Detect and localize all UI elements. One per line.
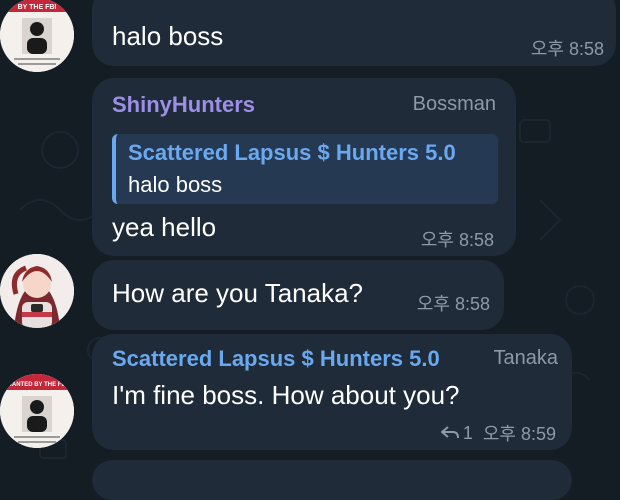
message-bubble-partial[interactable]: [92, 460, 572, 500]
message-bubble-4[interactable]: Scattered Lapsus $ Hunters 5.0 Tanaka I'…: [92, 334, 572, 450]
sender-role: Bossman: [412, 93, 496, 115]
reply-count[interactable]: 1: [463, 423, 473, 444]
reply-arrow-icon[interactable]: [440, 426, 459, 440]
avatar-anime-girl[interactable]: [0, 254, 74, 328]
message-text: halo boss: [112, 21, 224, 51]
sender-name[interactable]: Scattered Lapsus $ Hunters 5.0: [112, 346, 440, 372]
sender-name[interactable]: ShinyHunters: [112, 92, 255, 118]
reply-quote[interactable]: Scattered Lapsus $ Hunters 5.0 halo boss: [112, 134, 498, 204]
message-bubble-3[interactable]: How are you Tanaka? 오후 8:58: [92, 260, 504, 330]
message-meta: 1 오후 8:59: [440, 420, 556, 446]
message-text: I'm fine boss. How about you?: [112, 380, 460, 410]
message-time: 오후 8:59: [482, 424, 556, 444]
poster-header-text: WANTED BY THE FBI: [7, 382, 68, 388]
message-text: How are you Tanaka?: [112, 278, 364, 308]
reply-quote-sender: Scattered Lapsus $ Hunters 5.0: [128, 140, 456, 165]
message-bubble-2[interactable]: ShinyHunters Bossman Scattered Lapsus $ …: [92, 78, 516, 256]
avatar-wanted-poster[interactable]: WANTED BY THE FBI: [0, 374, 74, 448]
message-time: 오후 8:58: [530, 39, 604, 59]
avatar-wanted-poster[interactable]: BY THE FBI: [0, 0, 74, 72]
message-time: 오후 8:58: [420, 230, 494, 250]
message-text: yea hello: [112, 212, 217, 242]
message-bubble-1[interactable]: halo boss 오후 8:58: [92, 0, 616, 66]
reply-quote-text: halo boss: [128, 172, 223, 197]
message-time: 오후 8:58: [416, 294, 490, 314]
sender-role: Tanaka: [493, 347, 559, 369]
poster-header-text: BY THE FBI: [18, 4, 57, 11]
